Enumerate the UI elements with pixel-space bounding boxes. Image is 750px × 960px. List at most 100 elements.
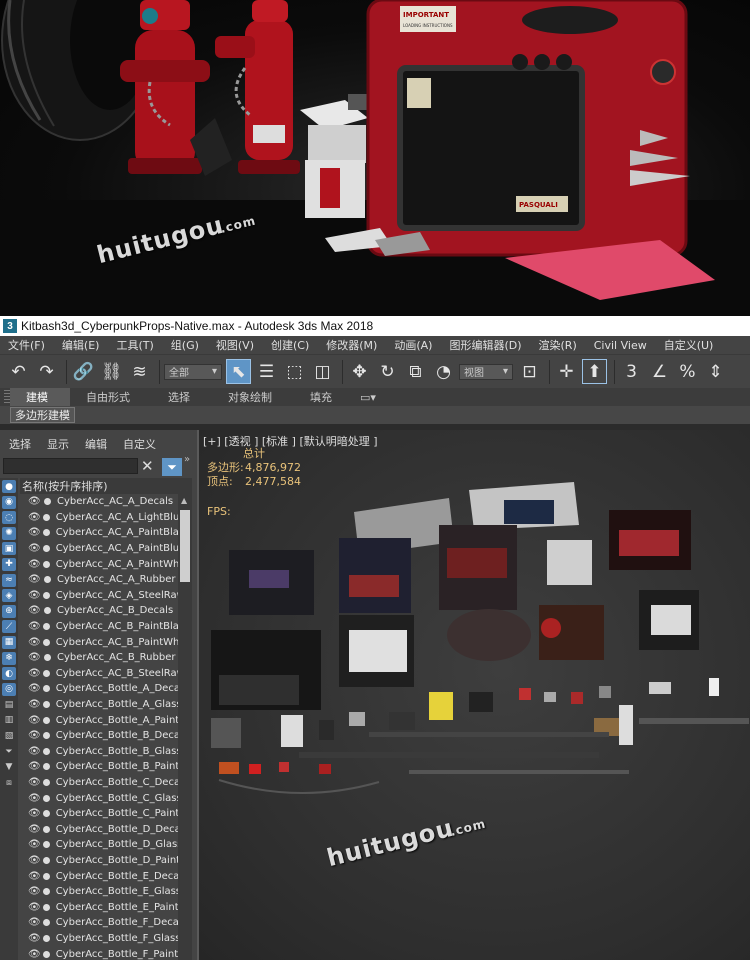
menu-modifiers[interactable]: 修改器(M): [318, 337, 386, 353]
eye-icon[interactable]: 👁: [28, 855, 41, 866]
explorer-scrollbar[interactable]: ▲: [178, 494, 192, 960]
eye-icon[interactable]: 👁: [28, 590, 41, 601]
select-by-name-icon[interactable]: ☰: [254, 359, 279, 384]
list-item[interactable]: 👁 CyberAcc_Bottle_D_Paint: [20, 853, 178, 869]
render-dot-icon[interactable]: [42, 701, 50, 709]
render-dot-icon[interactable]: [42, 545, 50, 553]
tab-populate[interactable]: 填充: [294, 388, 354, 406]
menu-rendering[interactable]: 渲染(R): [531, 337, 586, 353]
rotate-icon[interactable]: ↻: [375, 359, 400, 384]
list-item[interactable]: 👁 CyberAcc_Bottle_D_Glass: [20, 837, 178, 853]
window-crossing-icon[interactable]: ◫: [310, 359, 335, 384]
eye-icon[interactable]: 👁: [28, 683, 41, 694]
filter-funnel-icon[interactable]: ⏷: [2, 745, 16, 758]
selection-filter-dropdown[interactable]: 全部 ▾: [164, 363, 222, 380]
list-item[interactable]: 👁 CyberAcc_Bottle_F_Paint: [20, 946, 178, 960]
eye-icon[interactable]: 👁: [28, 621, 41, 632]
render-dot-icon[interactable]: [42, 810, 50, 818]
list-item[interactable]: 👁 CyberAcc_AC_A_PaintBlue: [20, 541, 178, 557]
render-dot-icon[interactable]: [42, 888, 50, 896]
eye-icon[interactable]: 👁: [28, 761, 41, 772]
menu-group[interactable]: 组(G): [163, 337, 208, 353]
list-item[interactable]: 👁 CyberAcc_Bottle_C_Decals: [20, 775, 178, 791]
display-groups-icon[interactable]: ◈: [2, 589, 16, 603]
eye-icon[interactable]: 👁: [28, 886, 41, 897]
perspective-viewport[interactable]: [+] [透视 ] [标准 ] [默认明暗处理 ] 总计 多边形:4,876,9…: [197, 430, 750, 960]
scroll-up-icon[interactable]: ▲: [181, 496, 187, 505]
render-dot-icon[interactable]: [42, 778, 50, 786]
eye-icon[interactable]: 👁: [28, 917, 41, 928]
eye-icon[interactable]: 👁: [28, 559, 41, 570]
list-item[interactable]: 👁 CyberAcc_Bottle_B_Paint: [20, 759, 178, 775]
explorer-menu-select[interactable]: 选择: [0, 436, 38, 454]
tab-object-paint[interactable]: 对象绘制: [212, 388, 294, 406]
select-and-link-icon[interactable]: 🔗: [71, 359, 96, 384]
eye-icon[interactable]: 👁: [28, 824, 41, 835]
reference-coordinate-dropdown[interactable]: 视图 ▾: [459, 363, 513, 380]
list-item[interactable]: 👁 CyberAcc_AC_B_PaintWhite: [20, 634, 178, 650]
render-dot-icon[interactable]: [42, 685, 50, 693]
render-dot-icon[interactable]: [42, 560, 50, 568]
eye-icon[interactable]: 👁: [28, 730, 41, 741]
select-manipulate-icon[interactable]: ✛: [554, 359, 579, 384]
pivot-center-icon[interactable]: ⊡: [517, 359, 542, 384]
angle-snap-icon[interactable]: ∠: [647, 359, 672, 384]
render-dot-icon[interactable]: [42, 747, 50, 755]
render-dot-icon[interactable]: [42, 732, 50, 740]
render-dot-icon[interactable]: [44, 576, 51, 584]
display-shapes-icon[interactable]: ◌: [2, 511, 16, 525]
eye-icon[interactable]: 👁: [28, 902, 41, 913]
menu-create[interactable]: 创建(C): [263, 337, 318, 353]
list-item[interactable]: 👁 CyberAcc_Bottle_D_Decals: [20, 821, 178, 837]
display-influences-icon[interactable]: ▥: [2, 714, 16, 727]
menu-tools[interactable]: 工具(T): [108, 337, 162, 353]
toggle-layer-icon[interactable]: ⧈: [2, 776, 16, 789]
display-all-icon[interactable]: ◎: [2, 682, 16, 696]
display-layers-icon[interactable]: ▧: [2, 730, 16, 743]
list-item[interactable]: 👁 CyberAcc_Bottle_B_Glass: [20, 744, 178, 760]
redo-icon[interactable]: ↷: [34, 359, 59, 384]
close-icon[interactable]: ✕: [141, 457, 154, 475]
eye-icon[interactable]: 👁: [28, 637, 41, 648]
eye-icon[interactable]: 👁: [28, 543, 41, 554]
render-dot-icon[interactable]: [42, 763, 50, 771]
render-dot-icon[interactable]: [44, 654, 51, 662]
filter-icon[interactable]: ⏷: [162, 458, 182, 476]
render-dot-icon[interactable]: [42, 934, 50, 942]
render-dot-icon[interactable]: [44, 607, 51, 615]
scrollbar-thumb[interactable]: [180, 510, 190, 582]
list-item[interactable]: 👁 CyberAcc_AC_A_PaintWhite: [20, 556, 178, 572]
render-dot-icon[interactable]: [42, 529, 50, 537]
undo-icon[interactable]: ↶: [6, 359, 31, 384]
tab-freeform[interactable]: 自由形式: [70, 388, 152, 406]
list-item[interactable]: 👁 CyberAcc_Bottle_E_Glass: [20, 884, 178, 900]
menu-view[interactable]: 视图(V): [208, 337, 263, 353]
render-dot-icon[interactable]: [42, 513, 50, 521]
spinner-snap-icon[interactable]: ⇕: [703, 359, 728, 384]
eye-icon[interactable]: 👁: [28, 668, 41, 679]
list-item[interactable]: 👁 CyberAcc_AC_A_SteelRaw: [20, 588, 178, 604]
eye-icon[interactable]: 👁: [28, 605, 42, 616]
list-item[interactable]: 👁 CyberAcc_AC_B_PaintBlack: [20, 619, 178, 635]
render-dot-icon[interactable]: [42, 856, 50, 864]
tab-modeling[interactable]: 建模: [10, 388, 70, 406]
render-dot-icon[interactable]: [42, 825, 50, 833]
list-item[interactable]: 👁 CyberAcc_Bottle_F_Glass: [20, 931, 178, 947]
list-item[interactable]: 👁 CyberAcc_AC_A_Decals: [20, 494, 178, 510]
eye-icon[interactable]: 👁: [28, 496, 42, 507]
eye-icon[interactable]: 👁: [28, 808, 41, 819]
snaps-toggle-icon[interactable]: 3: [619, 359, 644, 384]
eye-icon[interactable]: 👁: [28, 949, 41, 960]
render-dot-icon[interactable]: [42, 919, 50, 927]
eye-icon[interactable]: 👁: [28, 652, 42, 663]
rectangular-selection-icon[interactable]: ⬚: [282, 359, 307, 384]
eye-icon[interactable]: 👁: [28, 746, 41, 757]
menu-file[interactable]: 文件(F): [0, 337, 54, 353]
explorer-column-header[interactable]: 名称(按升序排序): [20, 478, 192, 494]
display-xrefs-icon[interactable]: ⊕: [2, 604, 16, 618]
eye-icon[interactable]: 👁: [28, 933, 41, 944]
eye-icon[interactable]: 👁: [28, 512, 41, 523]
menu-edit[interactable]: 编辑(E): [54, 337, 109, 353]
render-dot-icon[interactable]: [42, 669, 50, 677]
display-frozen-icon[interactable]: ❄: [2, 651, 16, 665]
